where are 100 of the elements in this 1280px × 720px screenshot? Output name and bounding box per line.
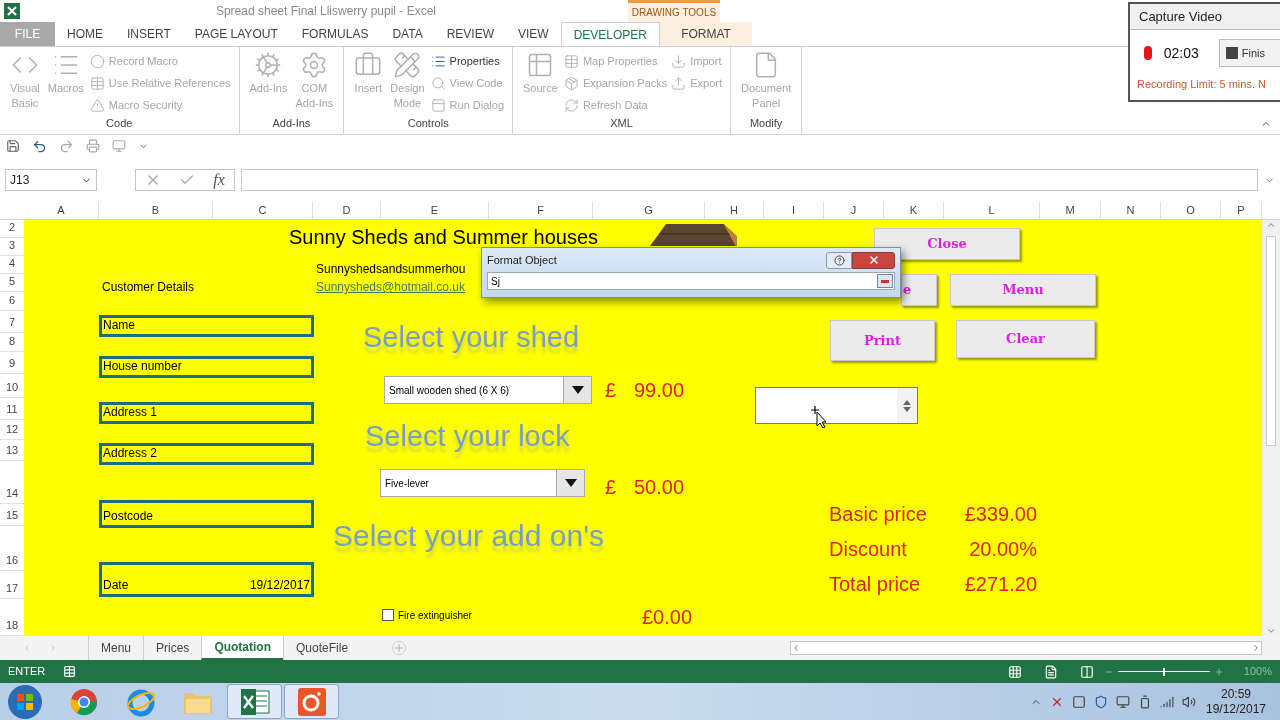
- group-label: Modify: [749, 115, 783, 131]
- section-heading: Select your add on's: [333, 518, 604, 554]
- gear-icon: [254, 51, 283, 79]
- taskbar-button[interactable]: [284, 684, 339, 719]
- column-header[interactable]: P: [1221, 202, 1262, 219]
- page-break-icon[interactable]: [1079, 664, 1094, 679]
- spreadsheet-icon: [239, 687, 270, 716]
- ribbon-button[interactable]: Properties: [430, 51, 504, 71]
- column-header[interactable]: G: [593, 202, 705, 219]
- dropdown[interactable]: Five-lever: [380, 469, 585, 497]
- camera-app-icon: [296, 686, 327, 717]
- up-arrow-icon: [903, 399, 911, 405]
- close-icon: [867, 254, 880, 266]
- spreadsheet-icon: [4, 3, 20, 19]
- group-label: Controls: [407, 116, 449, 131]
- collapse-dialog-icon: [877, 274, 893, 288]
- total-value: £271.20: [963, 572, 1037, 597]
- taskbar-button[interactable]: [227, 684, 282, 719]
- column-header[interactable]: F: [489, 202, 593, 219]
- import-icon: [671, 53, 687, 69]
- column-header[interactable]: K: [884, 202, 944, 219]
- clock-time: 20:59: [1221, 686, 1251, 702]
- insert-function-button[interactable]: fx: [213, 168, 225, 192]
- column-header[interactable]: N: [1101, 202, 1161, 219]
- sheet-tab[interactable]: Quotation: [201, 636, 284, 660]
- total-label: Discount: [829, 537, 907, 562]
- column-header[interactable]: I: [764, 202, 824, 219]
- input-field[interactable]: Date 19/12/2017: [99, 562, 314, 597]
- vertical-scrollbar[interactable]: [1262, 220, 1280, 636]
- start-button[interactable]: [7, 683, 43, 720]
- checkbox[interactable]: [382, 609, 394, 621]
- column-header[interactable]: E: [381, 202, 489, 219]
- column-header[interactable]: O: [1161, 202, 1221, 219]
- column-header[interactable]: J: [824, 202, 884, 219]
- normal-view-icon[interactable]: [1007, 664, 1022, 679]
- input-field[interactable]: Address 2: [99, 443, 314, 465]
- column-header[interactable]: L: [944, 202, 1040, 219]
- input-field[interactable]: House number: [99, 356, 314, 378]
- shield-icon[interactable]: [1094, 694, 1108, 709]
- search-icon: [430, 75, 446, 91]
- column-header[interactable]: B: [99, 202, 213, 219]
- horizontal-scrollbar[interactable]: [790, 641, 1262, 655]
- panel-title: Capture Video: [1139, 7, 1222, 26]
- price-text: 99.00: [634, 378, 685, 403]
- column-header[interactable]: H: [705, 202, 764, 219]
- sheet-title: Sunny Sheds and Summer houses: [289, 226, 599, 248]
- input-field[interactable]: Address 1: [99, 402, 314, 424]
- ribbon-tab[interactable]: VIEW: [506, 22, 561, 46]
- ribbon-tab[interactable]: DEVELOPER: [560, 22, 660, 46]
- battery-icon[interactable]: [1138, 694, 1152, 709]
- scroll-right-icon[interactable]: [1251, 643, 1261, 653]
- group-label: Code: [106, 116, 133, 131]
- undo-icon[interactable]: [32, 138, 47, 154]
- ribbon-tab[interactable]: PAGE LAYOUT: [182, 22, 290, 46]
- network-icon[interactable]: [1116, 694, 1130, 709]
- checkbox-label: Fire extinguisher: [398, 609, 472, 623]
- ribbon-tab[interactable]: INSERT: [115, 22, 183, 46]
- input-field[interactable]: Sj: [487, 272, 895, 290]
- price-text: 50.00: [634, 475, 685, 500]
- dropdown[interactable]: Small wooden shed (6 X 6): [384, 376, 592, 404]
- scroll-down-icon[interactable]: [1266, 626, 1276, 636]
- save-icon[interactable]: [6, 139, 20, 153]
- contextual-tab-label: DRAWING TOOLS: [631, 7, 717, 19]
- input-field[interactable]: Postcode: [99, 500, 314, 528]
- ribbon-tab[interactable]: FORMULAS: [289, 22, 381, 46]
- signal-icon[interactable]: [1160, 694, 1174, 709]
- ribbon-tab[interactable]: DATA: [380, 22, 435, 46]
- finish-button[interactable]: Finis: [1218, 39, 1280, 67]
- column-header[interactable]: M: [1040, 202, 1101, 219]
- ribbon-tab[interactable]: HOME: [55, 22, 115, 46]
- input-field[interactable]: Name: [99, 315, 314, 337]
- formula-input[interactable]: [241, 169, 1258, 191]
- close-button[interactable]: [852, 251, 895, 269]
- help-button[interactable]: [826, 251, 852, 269]
- column-header[interactable]: A: [24, 202, 99, 219]
- preview-icon[interactable]: [112, 139, 126, 153]
- scroll-left-icon[interactable]: [791, 643, 801, 653]
- email-link[interactable]: Sunnysheds@hotmail.co.uk: [316, 278, 465, 296]
- move-cursor-icon: [811, 406, 829, 428]
- redo-icon[interactable]: [59, 138, 74, 154]
- ribbon-tab[interactable]: FORMAT: [660, 22, 752, 46]
- down-arrow-icon: [903, 406, 911, 412]
- column-header[interactable]: D: [313, 202, 381, 219]
- zoom-slider[interactable]: [1117, 666, 1210, 677]
- scroll-up-icon[interactable]: [1266, 220, 1276, 230]
- volume-icon[interactable]: [1182, 694, 1196, 709]
- currency-symbol: £: [605, 378, 617, 403]
- name-box[interactable]: J13: [5, 169, 97, 191]
- column-header[interactable]: C: [213, 202, 313, 219]
- zoom-in-icon[interactable]: [1213, 666, 1224, 677]
- recording-limit-text: Recording Limit: 5 mins. N: [1136, 77, 1267, 92]
- printer-icon[interactable]: [86, 139, 100, 153]
- zoom-slider-thumb[interactable]: [1162, 667, 1165, 676]
- macro-record-icon[interactable]: [63, 665, 77, 678]
- total-label: Basic price: [829, 502, 927, 527]
- ribbon-tab[interactable]: REVIEW: [434, 22, 506, 46]
- refresh-icon: [563, 97, 579, 113]
- spin-control[interactable]: [755, 387, 918, 424]
- page-layout-icon[interactable]: [1043, 664, 1058, 679]
- tray-app-icon[interactable]: [1072, 694, 1086, 709]
